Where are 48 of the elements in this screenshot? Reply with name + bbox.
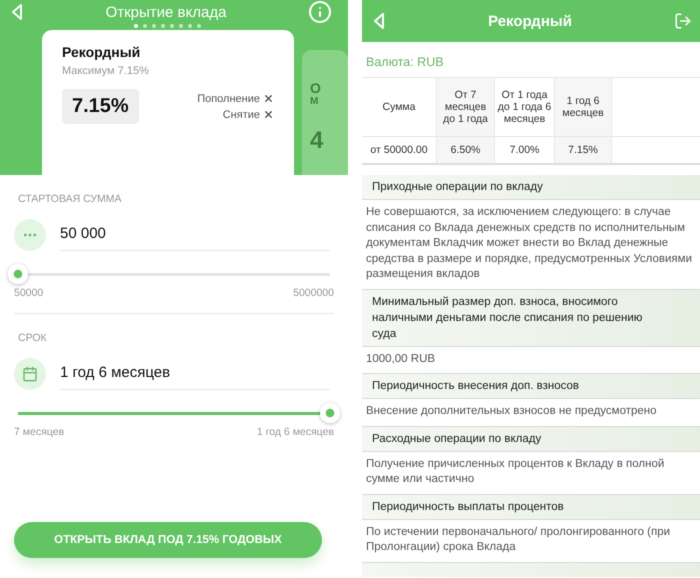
section-heading: Периодичность внесения доп. взносов bbox=[362, 374, 700, 399]
page-dot[interactable] bbox=[178, 24, 182, 28]
rate-value: 4 bbox=[310, 127, 324, 155]
rate-badge: 7.15% bbox=[62, 89, 139, 124]
table-cell: 6.50% bbox=[436, 136, 494, 164]
min-label: 50000 bbox=[14, 287, 44, 299]
table-cell: от 50000.00 bbox=[362, 136, 436, 164]
page-dot[interactable] bbox=[196, 24, 200, 28]
deposit-name: О bbox=[310, 80, 322, 96]
table-cell: 7.00% bbox=[494, 136, 554, 164]
back-icon[interactable] bbox=[10, 3, 24, 21]
page-dot[interactable] bbox=[142, 24, 146, 28]
page-dot[interactable] bbox=[134, 24, 138, 28]
max-label: 5000000 bbox=[293, 287, 334, 299]
section-heading: Периодичность выплаты процентов bbox=[362, 494, 700, 520]
column-header: Сумма bbox=[362, 78, 436, 136]
value-field[interactable]: 50 000 bbox=[60, 219, 330, 251]
deposit-card[interactable]: Рекордный Максимум 7.15% 7.15% Пополнение Снятие bbox=[42, 30, 294, 175]
value-field[interactable]: 1 год 6 месяцев bbox=[60, 358, 330, 390]
deposit-name: Рекордный bbox=[62, 44, 142, 60]
page-dot[interactable] bbox=[152, 24, 156, 28]
section-heading: Приходные операции по вкладу bbox=[362, 175, 700, 200]
calendar-icon[interactable] bbox=[14, 358, 46, 390]
column-header: От 7 месяцев до 1 года bbox=[436, 78, 494, 136]
screen-title: Рекордный bbox=[488, 12, 572, 30]
more-icon[interactable] bbox=[14, 219, 46, 251]
page-dot[interactable] bbox=[160, 24, 164, 28]
page-dot[interactable] bbox=[170, 24, 174, 28]
column-header: От 1 года до 1 года 6 месяцев bbox=[494, 78, 554, 136]
screen-title: Открытие вклада bbox=[106, 4, 226, 20]
min-label: 7 месяцев bbox=[14, 426, 64, 438]
section-heading: Расходные операции по вкладу bbox=[362, 426, 700, 452]
back-icon[interactable] bbox=[372, 12, 386, 30]
section-label: СРОК bbox=[18, 332, 48, 344]
deposit-subtitle: М bbox=[310, 96, 320, 107]
page-dot[interactable] bbox=[188, 24, 192, 28]
table-cell: 7.15% bbox=[554, 136, 612, 164]
info-icon[interactable] bbox=[308, 0, 332, 24]
section-label: СТАРТОВАЯ СУММА bbox=[18, 193, 123, 205]
section-heading: Минимальный размер доп. взноса, вносимого наличными деньгами после списания по решению суда bbox=[362, 290, 700, 346]
max-label: 1 год 6 месяцев bbox=[256, 426, 334, 438]
option-label: Пополнение bbox=[197, 92, 260, 104]
deposit-subtitle: Максимум 7.15% bbox=[62, 65, 150, 77]
slider-thumb[interactable] bbox=[8, 264, 28, 284]
column-header: 1 год 6 месяцев bbox=[554, 78, 612, 136]
exit-icon[interactable] bbox=[674, 12, 692, 30]
option-label: Снятие bbox=[222, 108, 260, 120]
slider-thumb[interactable] bbox=[320, 403, 340, 423]
